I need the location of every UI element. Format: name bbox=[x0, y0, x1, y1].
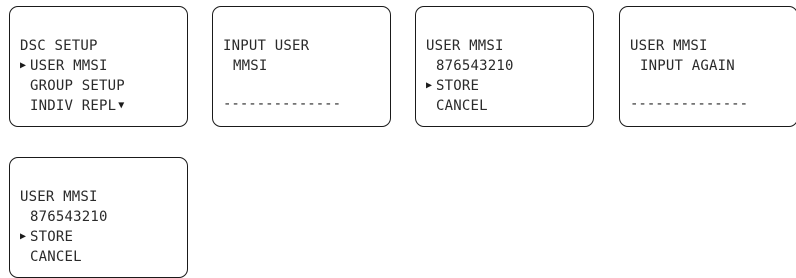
menu-lines: USER MMSI 876543210 ▶ STORE CANCEL bbox=[426, 36, 514, 116]
screen-title: DSC SETUP bbox=[20, 38, 98, 54]
menu-item-indiv-repl[interactable]: INDIV REPL ▼ bbox=[20, 96, 125, 116]
lcd-screen-store-mmsi: USER MMSI 876543210 ▶ STORE CANCEL bbox=[415, 6, 594, 127]
lcd-screen-input-again: USER MMSI INPUT AGAIN -------------- bbox=[619, 6, 796, 127]
menu-item-label: CANCEL bbox=[30, 249, 82, 265]
selection-cursor-icon: ▶ bbox=[20, 231, 27, 242]
lcd-screen-dsc-setup: DSC SETUP ▶ USER MMSI GROUP SETUP INDIV … bbox=[9, 6, 188, 127]
cursor-space bbox=[426, 56, 436, 76]
screen-subtitle: MMSI bbox=[223, 56, 309, 76]
cursor-space bbox=[630, 56, 640, 76]
mmsi-value: 876543210 bbox=[426, 56, 514, 76]
menu-item-label: STORE bbox=[436, 78, 480, 94]
cursor-space bbox=[20, 76, 30, 96]
screen-title: INPUT USER bbox=[223, 38, 310, 54]
menu-item-cancel[interactable]: CANCEL bbox=[426, 96, 514, 116]
selection-cursor-icon: ▶ bbox=[426, 80, 433, 91]
menu-item-label: CANCEL bbox=[436, 98, 488, 114]
mmsi-entry-field[interactable]: -------------- bbox=[223, 94, 341, 114]
selection-cursor-icon: ▶ bbox=[20, 60, 27, 71]
screen-title: USER MMSI bbox=[426, 38, 504, 54]
menu-item-group-setup[interactable]: GROUP SETUP bbox=[20, 76, 125, 96]
menu-item-user-mmsi[interactable]: ▶ USER MMSI bbox=[20, 56, 125, 76]
cursor-space bbox=[20, 207, 30, 227]
cursor-space bbox=[426, 96, 436, 116]
menu-item-label: INDIV REPL bbox=[30, 98, 117, 114]
lcd-screen-store-mmsi-confirm: USER MMSI 876543210 ▶ STORE CANCEL bbox=[9, 157, 188, 278]
menu-item-label: GROUP SETUP bbox=[30, 78, 125, 94]
prompt-lines: USER MMSI INPUT AGAIN bbox=[630, 36, 735, 76]
screen-title: USER MMSI bbox=[630, 38, 708, 54]
menu-lines: USER MMSI 876543210 ▶ STORE CANCEL bbox=[20, 187, 108, 267]
menu-item-store[interactable]: ▶ STORE bbox=[426, 76, 514, 96]
menu-item-store[interactable]: ▶ STORE bbox=[20, 227, 108, 247]
cursor-space bbox=[223, 56, 233, 76]
prompt-lines: INPUT USER MMSI bbox=[223, 36, 309, 76]
menu-item-label: USER MMSI bbox=[30, 58, 108, 74]
menu-item-cancel[interactable]: CANCEL bbox=[20, 247, 108, 267]
mmsi-value: 876543210 bbox=[20, 207, 108, 227]
mmsi-entry-field[interactable]: -------------- bbox=[630, 94, 748, 114]
scroll-down-icon: ▼ bbox=[118, 100, 125, 111]
lcd-screen-input-user-mmsi: INPUT USER MMSI -------------- bbox=[212, 6, 391, 127]
cursor-space bbox=[20, 247, 30, 267]
screen-title: USER MMSI bbox=[20, 189, 98, 205]
cursor-space bbox=[20, 96, 30, 116]
screen-subtitle: INPUT AGAIN bbox=[630, 56, 735, 76]
menu-item-label: STORE bbox=[30, 229, 74, 245]
menu-lines: DSC SETUP ▶ USER MMSI GROUP SETUP INDIV … bbox=[20, 36, 125, 116]
